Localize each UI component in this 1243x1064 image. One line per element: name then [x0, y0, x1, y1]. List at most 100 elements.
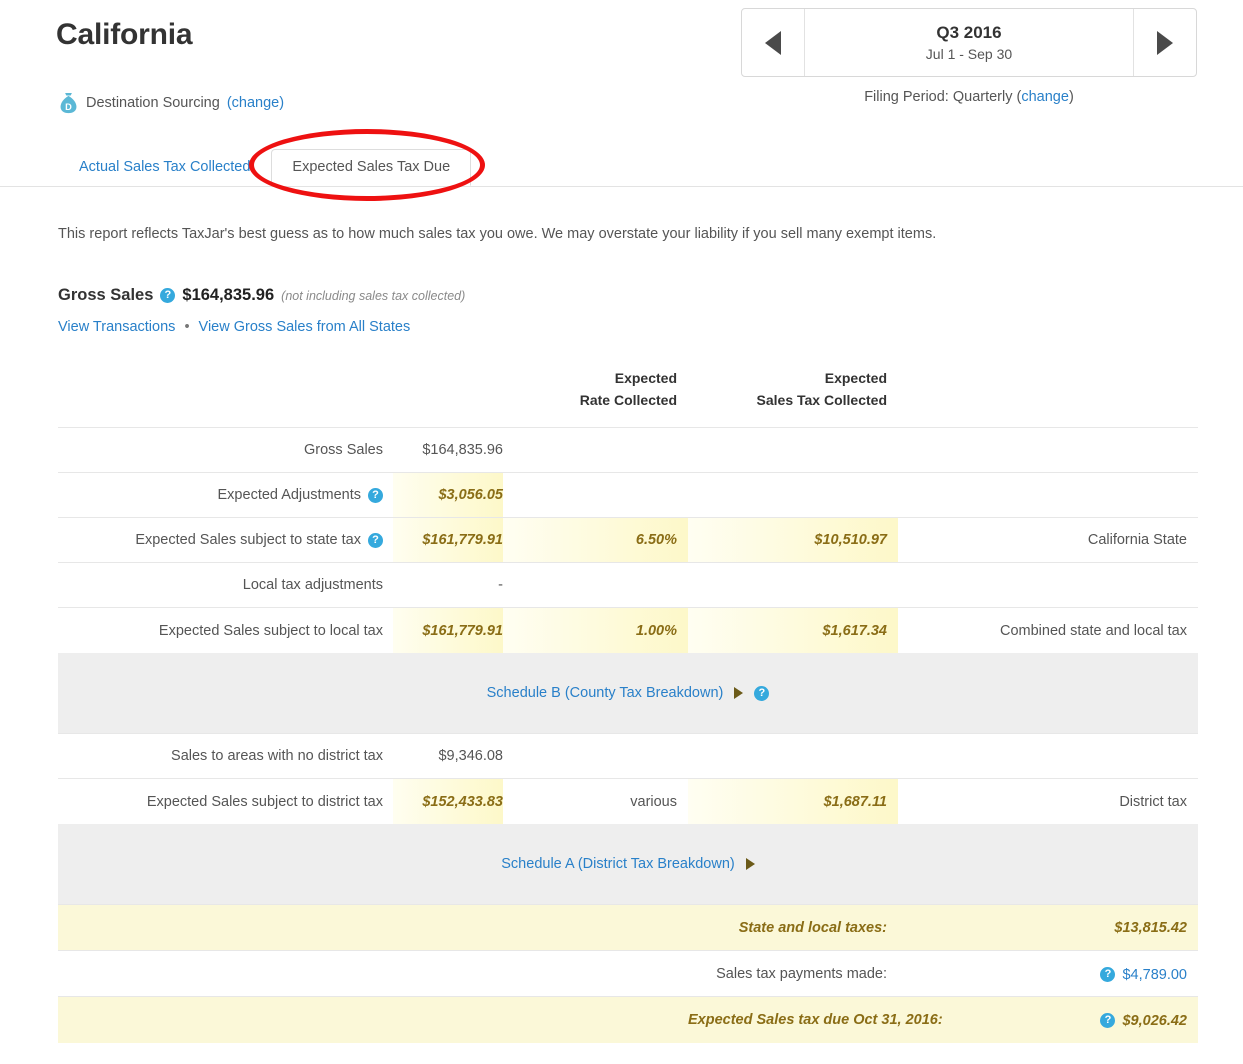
header-tax-line1: Expected: [688, 368, 887, 390]
filing-period-label: Filing Period: Quarterly: [864, 89, 1012, 105]
view-transactions-link[interactable]: View Transactions: [58, 319, 175, 335]
summary-label: State and local taxes:: [739, 920, 887, 936]
schedule-link[interactable]: Schedule B (County Tax Breakdown): [487, 685, 724, 701]
summary-label-cell: State and local taxes:: [688, 905, 898, 951]
table-row: Expected Adjustments?$3,056.05: [58, 473, 1198, 518]
table-row: Local tax adjustments-: [58, 563, 1198, 608]
summary-label-cell: Expected Sales tax due Oct 31, 2016:: [688, 997, 898, 1043]
summary-spacer-cell: [58, 997, 688, 1043]
summary-value: $9,026.42: [1122, 1013, 1187, 1029]
schedule-inner: Schedule B (County Tax Breakdown)?: [58, 685, 1198, 701]
table-row: Gross Sales $164,835.96: [58, 428, 1198, 473]
row-label-wrap: Expected Sales subject to state tax?: [58, 532, 383, 548]
row-rate-cell: 1.00%: [503, 608, 688, 653]
header-note: [898, 368, 1198, 428]
row-label-cell: Local tax adjustments: [58, 563, 393, 608]
gross-sales-amount: $164,835.96: [182, 286, 274, 305]
schedule-link[interactable]: Schedule A (District Tax Breakdown): [501, 856, 734, 872]
row-rate-cell: various: [503, 779, 688, 824]
row-label-wrap: Gross Sales: [58, 442, 383, 458]
table-body: Gross Sales$164,835.96Expected Adjustmen…: [58, 428, 1198, 1043]
row-amount-cell: $164,835.96: [393, 428, 503, 473]
period-navigator: Q3 2016 Jul 1 - Sep 30: [741, 8, 1197, 77]
row-label: Gross Sales: [304, 442, 383, 458]
row-label-cell: Expected Sales subject to local tax: [58, 608, 393, 653]
row-rate-cell: [503, 428, 688, 473]
report-disclaimer: This report reflects TaxJar's best guess…: [58, 226, 936, 242]
period-range-label: Jul 1 - Sep 30: [926, 46, 1012, 62]
filing-period-change-link[interactable]: change: [1021, 89, 1069, 105]
row-label-wrap: Sales to areas with no district tax: [58, 748, 383, 764]
gross-sales-label: Gross Sales: [58, 286, 153, 305]
schedule-cell: Schedule B (County Tax Breakdown)?: [58, 653, 1198, 734]
header-rate-line1: Expected: [503, 368, 677, 390]
row-note-cell: [898, 563, 1198, 608]
summary-label-wrap: Sales tax payments made:: [716, 966, 887, 982]
row-label: Expected Sales subject to state tax: [135, 532, 361, 548]
report-tabs: Actual Sales Tax Collected Expected Sale…: [58, 146, 471, 186]
expected-sales-tax-table: Expected Rate Collected Expected Sales T…: [58, 368, 1198, 1043]
row-amount-cell: -: [393, 563, 503, 608]
row-note-cell: [898, 473, 1198, 518]
row-note-cell: California State: [898, 518, 1198, 563]
schedule-inner: Schedule A (District Tax Breakdown): [58, 856, 1198, 872]
table-row: Expected Sales subject to state tax?$161…: [58, 518, 1198, 563]
row-label-cell: Gross Sales: [58, 428, 393, 473]
table-header-row: Expected Rate Collected Expected Sales T…: [58, 368, 1198, 428]
previous-period-button[interactable]: [742, 9, 805, 76]
summary-row: Sales tax payments made:? $4,789.00: [58, 951, 1198, 997]
svg-text:D: D: [65, 102, 72, 112]
view-gross-sales-all-states-link[interactable]: View Gross Sales from All States: [199, 319, 411, 335]
row-amount-cell: $9,346.08: [393, 734, 503, 779]
help-icon[interactable]: ?: [1100, 967, 1115, 982]
row-note-cell: Combined state and local tax: [898, 608, 1198, 653]
caret-right-icon[interactable]: [734, 687, 743, 699]
money-bag-icon: D: [58, 92, 79, 114]
row-label-wrap: Expected Sales subject to district tax: [58, 794, 383, 810]
row-tax-cell: [688, 563, 898, 608]
help-icon[interactable]: ?: [1100, 1013, 1115, 1028]
row-label-wrap: Local tax adjustments: [58, 577, 383, 593]
help-icon[interactable]: ?: [368, 488, 383, 503]
summary-spacer-cell: [58, 951, 688, 997]
summary-label-wrap: Expected Sales tax due Oct 31, 2016:: [688, 1012, 943, 1028]
header-label: [58, 368, 393, 428]
caret-right-icon[interactable]: [746, 858, 755, 870]
sourcing-change-group: (change): [227, 95, 284, 111]
summary-label-wrap: State and local taxes:: [739, 920, 887, 936]
tab-actual-sales-tax-collected[interactable]: Actual Sales Tax Collected: [58, 149, 271, 187]
next-period-button[interactable]: [1133, 9, 1196, 76]
summary-value[interactable]: $4,789.00: [1122, 967, 1187, 983]
help-icon[interactable]: ?: [368, 533, 383, 548]
filing-period-row: Filing Period: Quarterly (change): [741, 89, 1197, 105]
tab-expected-sales-tax-due[interactable]: Expected Sales Tax Due: [271, 149, 471, 187]
row-label-cell: Expected Adjustments?: [58, 473, 393, 518]
paren-close: ): [279, 95, 284, 111]
row-tax-cell: $10,510.97: [688, 518, 898, 563]
row-tax-cell: $1,617.34: [688, 608, 898, 653]
summary-row: Expected Sales tax due Oct 31, 2016:? $9,…: [58, 997, 1198, 1043]
row-rate-cell: [503, 563, 688, 608]
gross-sales-note: (not including sales tax collected): [281, 289, 465, 303]
sourcing-change-link[interactable]: change: [232, 95, 280, 111]
summary-label-cell: Sales tax payments made:: [688, 951, 898, 997]
row-tax-cell: [688, 428, 898, 473]
row-label: Expected Sales subject to local tax: [159, 623, 383, 639]
period-quarter-label: Q3 2016: [936, 23, 1001, 43]
help-icon[interactable]: ?: [754, 686, 769, 701]
gross-sales-summary: Gross Sales ? $164,835.96 (not including…: [58, 286, 465, 305]
right-triangle-icon: [1157, 31, 1173, 55]
help-icon[interactable]: ?: [160, 288, 175, 303]
schedule-breakdown-row: Schedule B (County Tax Breakdown)?: [58, 653, 1198, 734]
row-label-wrap: Expected Adjustments?: [58, 487, 383, 503]
row-label-wrap: Expected Sales subject to local tax: [58, 623, 383, 639]
summary-value-cell: $13,815.42: [898, 905, 1198, 951]
gross-sales-links: View Transactions • View Gross Sales fro…: [58, 319, 410, 335]
row-note-cell: [898, 428, 1198, 473]
row-label: Expected Sales subject to district tax: [147, 794, 383, 810]
period-display[interactable]: Q3 2016 Jul 1 - Sep 30: [805, 9, 1133, 76]
row-tax-cell: [688, 734, 898, 779]
summary-value-wrap: ? $4,789.00: [1100, 967, 1187, 983]
summary-label: Expected Sales tax due Oct 31, 2016:: [688, 1012, 943, 1028]
row-amount-cell: $152,433.83: [393, 779, 503, 824]
